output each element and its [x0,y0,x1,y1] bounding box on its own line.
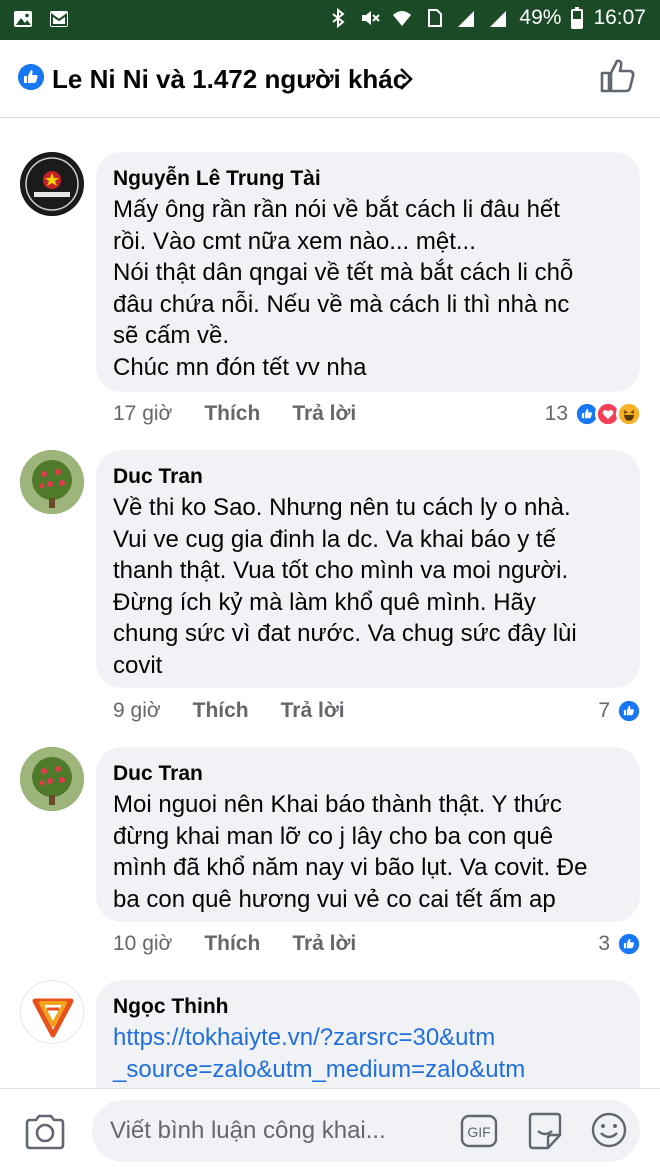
chevron-right-icon[interactable] [396,66,416,92]
mail-icon [50,11,68,27]
comment-composer: Viết bình luận công khai... GIF [0,1088,660,1173]
gallery-icon [14,11,32,27]
comment-text: Về thi ko Sao. Nhưng nên tu cách ly o nh… [113,494,577,679]
gif-label: GIF [467,1124,490,1140]
comment-author[interactable]: Duc Tran [113,761,622,787]
reaction-summary[interactable]: 7 [598,694,642,728]
thumbs-up-icon[interactable] [598,56,638,96]
signal-icon [458,11,475,27]
comment-input-placeholder[interactable]: Viết bình luận công khai... [110,1117,386,1145]
avatar[interactable] [20,450,84,514]
bluetooth-icon [332,7,346,29]
comment-time: 9 giờ [113,699,161,722]
avatar[interactable] [20,747,84,811]
comment-time: 10 giờ [113,932,173,955]
gif-icon[interactable]: GIF [460,1114,498,1148]
comment-bubble[interactable]: Duc Tran Về thi ko Sao. Nhưng nên tu các… [96,450,640,688]
reaction-summary[interactable]: 13 [545,397,642,431]
battery-percent: 49% [519,6,562,29]
comment-author[interactable]: Duc Tran [113,464,622,490]
comment-input[interactable]: Viết bình luận công khai... GIF [92,1100,640,1162]
comments-feed[interactable]: Nguyễn Lê Trung Tài Mấy ông rần rần nói … [0,118,660,1088]
like-comment-button[interactable]: Thích [204,932,260,956]
signal-icon [490,11,507,27]
emoji-icon[interactable] [590,1111,628,1149]
comment-author[interactable]: Ngọc Thinh [113,994,622,1020]
comment-bubble[interactable]: Nguyễn Lê Trung Tài Mấy ông rần rần nói … [96,152,640,392]
status-bar: 49% 16:07 [0,0,660,40]
comment-text: Moi nguoi nên Khai báo thành thật. Y thứ… [113,791,588,913]
comment-actions: 9 giờ Thích Trả lời [113,694,377,728]
comment-time: 17 giờ [113,402,173,425]
reaction-summary[interactable]: 3 [598,927,642,961]
battery-icon [571,7,584,29]
avatar-image [20,450,84,514]
avatar-image [22,982,83,1043]
like-reaction-icon [18,64,44,90]
reaction-count: 3 [598,932,610,955]
sticker-icon[interactable] [526,1111,564,1151]
haha-reaction-icon [616,401,642,427]
comment-link[interactable]: https://tokhaiyte.vn/?zarsrc=30&utm _sou… [113,1022,622,1085]
reactions-header[interactable]: Le Ni Ni và 1.472 người khác [0,40,660,118]
mute-icon [362,11,381,25]
sim-icon [428,9,443,27]
like-comment-button[interactable]: Thích [193,699,249,723]
comment-actions: 10 giờ Thích Trả lời [113,927,388,961]
clock: 16:07 [593,6,646,29]
avatar[interactable] [20,152,84,216]
like-comment-button[interactable]: Thích [204,402,260,426]
like-reaction-icon [616,698,642,724]
comment-author[interactable]: Nguyễn Lê Trung Tài [113,166,622,192]
wifi-icon [393,11,412,26]
reactions-summary[interactable]: Le Ni Ni và 1.472 người khác [52,64,407,95]
reply-button[interactable]: Trả lời [281,699,345,723]
reply-button[interactable]: Trả lời [292,402,356,426]
avatar-image [20,152,84,216]
avatar-image [20,747,84,811]
comment-text: Mấy ông rần rần nói về bắt cách li đâu h… [113,196,574,381]
comment-bubble[interactable]: Duc Tran Moi nguoi nên Khai báo thành th… [96,747,640,922]
like-reaction-icon [616,931,642,957]
comment-bubble[interactable]: Ngọc Thinh https://tokhaiyte.vn/?zarsrc=… [96,980,640,1088]
comment-actions: 17 giờ Thích Trả lời [113,397,388,431]
reaction-count: 7 [598,699,610,722]
reply-button[interactable]: Trả lời [292,932,356,956]
reaction-count: 13 [544,402,568,425]
avatar[interactable] [20,980,84,1044]
camera-icon[interactable] [24,1113,66,1151]
